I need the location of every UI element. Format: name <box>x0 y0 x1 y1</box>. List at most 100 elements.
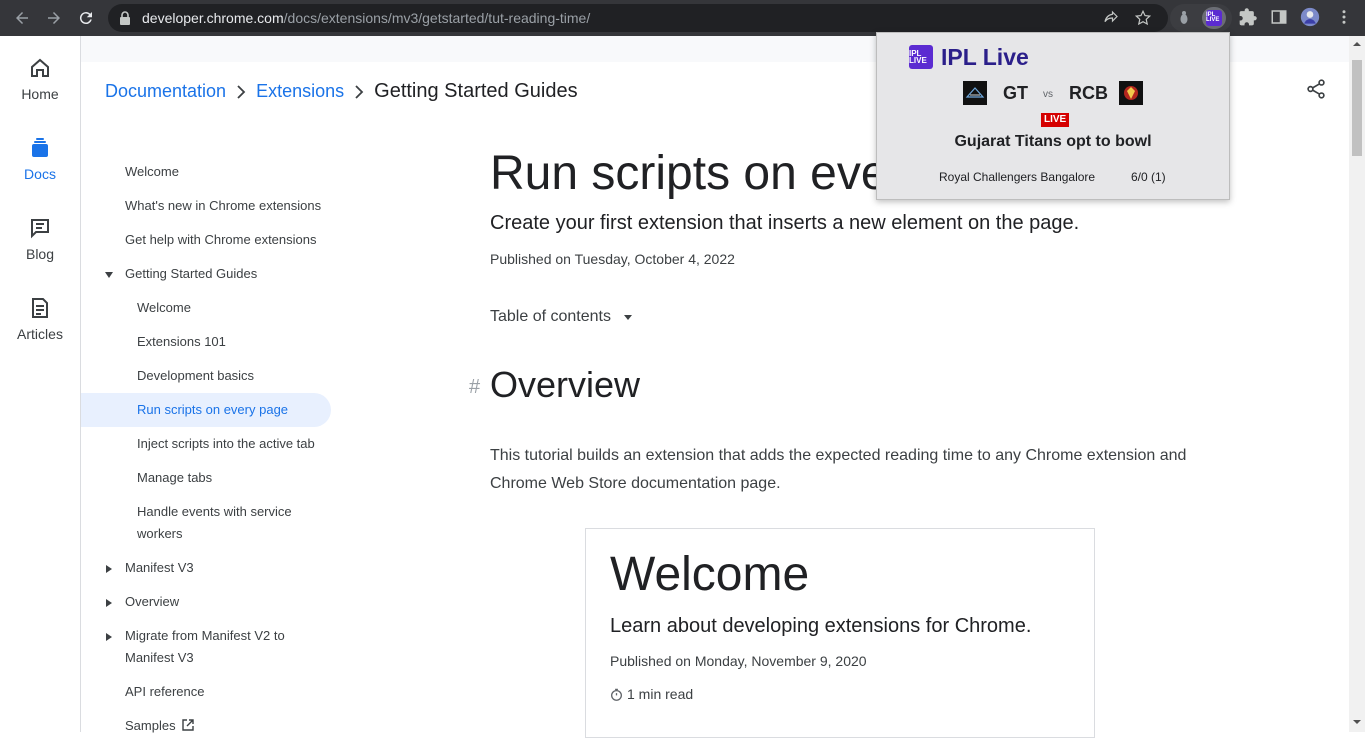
preview-card: Welcome Learn about developing extension… <box>585 528 1095 738</box>
ipl-extension-button[interactable]: IPL LIVE <box>1202 7 1226 29</box>
sidenav-item-getting-started[interactable]: Getting Started Guides <box>125 263 257 285</box>
gt-logo-icon <box>963 81 987 105</box>
team2-name: RCB <box>1069 83 1108 103</box>
team1-name: GT <box>1003 83 1028 103</box>
card-published: Published on Monday, November 9, 2020 <box>610 653 867 669</box>
caret-down-icon[interactable] <box>104 270 114 280</box>
page-scrollbar[interactable] <box>1349 36 1365 732</box>
caret-right-icon[interactable] <box>104 632 114 642</box>
card-title: Welcome <box>610 548 810 601</box>
overview-paragraph: This tutorial builds an extension that a… <box>490 447 1187 492</box>
arrow-right-icon <box>48 12 60 24</box>
breadcrumb: Documentation Extensions Getting Started… <box>105 80 578 103</box>
left-rail: Home Docs Blog Articles <box>0 36 81 732</box>
page-subtitle: Create your first extension that inserts… <box>490 212 1080 234</box>
extensions-button[interactable] <box>1238 7 1258 27</box>
breadcrumb-extensions[interactable]: Extensions <box>256 81 344 102</box>
reload-button[interactable] <box>74 6 98 30</box>
sidenav-item-get-help[interactable]: Get help with Chrome extensions <box>125 229 316 251</box>
table-of-contents-toggle[interactable]: Table of contents <box>490 308 633 326</box>
toc-label: Table of contents <box>490 308 611 325</box>
browser-menu-button[interactable] <box>1334 7 1354 27</box>
puzzle-icon <box>1239 8 1257 26</box>
reload-icon <box>79 12 92 25</box>
samples-label: Samples <box>125 718 176 733</box>
sidenav-item-run-scripts[interactable]: Run scripts on every page <box>137 399 288 421</box>
home-icon <box>31 58 49 77</box>
ipl-live-logo-icon: IPL LIVE <box>909 45 933 69</box>
section-anchor[interactable]: # <box>469 376 480 399</box>
sidenav-item-migrate-cont[interactable]: Manifest V3 <box>125 647 194 669</box>
side-panel-icon <box>1271 10 1287 24</box>
more-vert-icon <box>1342 10 1346 24</box>
rail-label-home: Home <box>21 86 59 102</box>
url-text: developer.chrome.com/docs/extensions/mv3… <box>142 10 591 26</box>
sidenav-item-whats-new[interactable]: What's new in Chrome extensions <box>125 195 321 217</box>
arrow-left-icon <box>16 12 28 24</box>
sidenav-item-samples[interactable]: Samples <box>125 715 194 737</box>
browser-toolbar: developer.chrome.com/docs/extensions/mv3… <box>0 0 1365 36</box>
rail-label-articles: Articles <box>17 326 63 342</box>
forward-button[interactable] <box>42 6 66 30</box>
sidenav-item-gs-welcome[interactable]: Welcome <box>137 297 191 319</box>
extension-pill: IPL LIVE <box>1170 4 1232 32</box>
caret-down-icon <box>623 315 632 320</box>
live-badge: LIVE <box>1041 113 1070 127</box>
page-title: Run scripts on eve <box>490 147 888 200</box>
sidenav-item-migrate[interactable]: Migrate from Manifest V2 to <box>125 625 285 647</box>
sidenav-item-manage-tabs[interactable]: Manage tabs <box>137 467 212 489</box>
side-panel-button[interactable] <box>1269 7 1289 27</box>
bookmark-star-icon[interactable] <box>1134 9 1152 27</box>
breadcrumb-documentation[interactable]: Documentation <box>105 81 226 102</box>
articles-icon <box>32 298 48 318</box>
sidenav-item-overview[interactable]: Overview <box>125 591 179 613</box>
chevron-right-icon <box>355 84 364 99</box>
match-status: Gujarat Titans opt to bowl <box>954 133 1152 150</box>
ipl-live-icon: IPL LIVE <box>1206 10 1222 26</box>
ipl-live-popup: IPL LIVE IPL Live GT vs RCB LIVE Gujarat… <box>876 32 1230 200</box>
rail-item-docs[interactable]: Docs <box>0 136 80 182</box>
breadcrumb-current: Getting Started Guides <box>374 80 578 102</box>
share-icon[interactable] <box>1305 78 1327 100</box>
team-score: 6/0 (1) <box>1131 170 1166 184</box>
rcb-logo-icon <box>1119 81 1143 105</box>
sidenav-item-inject-scripts[interactable]: Inject scripts into the active tab <box>137 433 315 455</box>
sidenav-item-extensions-101[interactable]: Extensions 101 <box>137 331 226 353</box>
avatar-icon <box>1300 7 1320 27</box>
scroll-down-icon[interactable] <box>1353 718 1361 726</box>
rail-item-home[interactable]: Home <box>0 56 80 102</box>
published-date: Published on Tuesday, October 4, 2022 <box>490 251 735 267</box>
lock-icon <box>120 11 130 25</box>
sidenav-item-development-basics[interactable]: Development basics <box>137 365 254 387</box>
profile-avatar[interactable] <box>1300 7 1320 27</box>
sidenav-item-api-reference[interactable]: API reference <box>125 681 205 703</box>
read-time-text: 1 min read <box>627 686 694 702</box>
rail-label-blog: Blog <box>25 246 55 262</box>
popup-title: IPL Live <box>941 44 1029 70</box>
card-subtitle: Learn about developing extensions for Ch… <box>610 615 1032 637</box>
back-button[interactable] <box>10 6 34 30</box>
sidenav-item-service-workers-cont[interactable]: workers <box>137 523 183 545</box>
caret-right-icon[interactable] <box>104 598 114 608</box>
rail-item-articles[interactable]: Articles <box>0 296 80 342</box>
sidenav-item-manifest-v3[interactable]: Manifest V3 <box>125 557 194 579</box>
chevron-right-icon <box>237 84 246 99</box>
stopwatch-icon <box>611 688 622 701</box>
versus-label: vs <box>1043 89 1053 100</box>
address-bar[interactable]: developer.chrome.com/docs/extensions/mv3… <box>108 4 1168 32</box>
batting-team: Royal Challengers Bangalore <box>939 170 1096 184</box>
sidenav-item-service-workers[interactable]: Handle events with service <box>137 501 292 523</box>
external-link-icon <box>182 719 194 731</box>
share-page-icon[interactable] <box>1102 9 1120 27</box>
sidenav-item-welcome[interactable]: Welcome <box>125 161 179 183</box>
caret-right-icon[interactable] <box>104 564 114 574</box>
rail-item-blog[interactable]: Blog <box>0 216 80 262</box>
card-read-time: 1 min read <box>610 686 693 702</box>
section-title: Overview <box>490 364 641 405</box>
blog-icon <box>31 219 49 239</box>
docs-icon <box>32 138 48 157</box>
scrollbar-thumb[interactable] <box>1352 60 1362 156</box>
scroll-up-icon[interactable] <box>1353 40 1361 48</box>
rail-label-docs: Docs <box>24 166 56 182</box>
extension-dot-icon[interactable] <box>1178 10 1190 26</box>
